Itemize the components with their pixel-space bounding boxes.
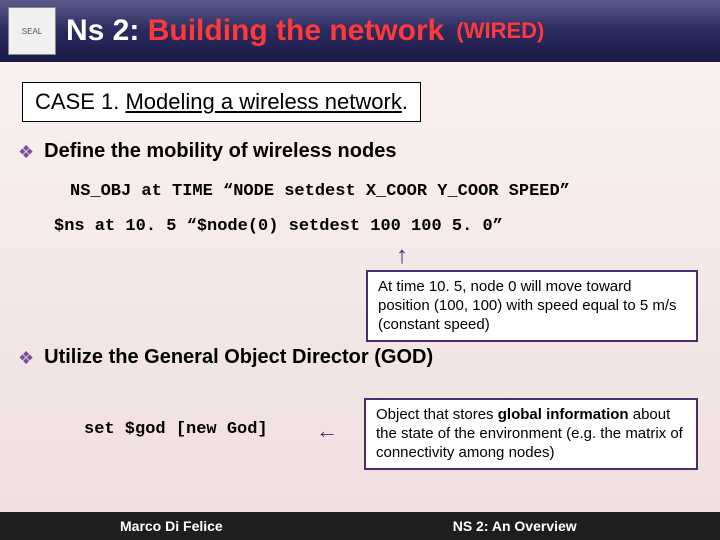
arrow-up-icon: ↑	[396, 242, 408, 270]
footer-author: Marco Di Felice	[120, 518, 223, 534]
bullet-1: ❖ Define the mobility of wireless nodes	[18, 140, 720, 164]
bullet-1-text: Define the mobility of wireless nodes	[44, 140, 396, 163]
title-main: Building the network	[148, 14, 445, 47]
bullet-2: ❖ Utilize the General Object Director (G…	[18, 346, 720, 370]
university-logo: SEAL	[8, 7, 56, 55]
code-god-line: set $god [new God]	[84, 420, 268, 439]
callout-box-1: At time 10. 5, node 0 will move toward p…	[366, 270, 698, 342]
footer-title: NS 2: An Overview	[453, 518, 577, 534]
case-box: CASE 1. Modeling a wireless network.	[22, 82, 421, 122]
callout-2-bold: global information	[498, 406, 629, 423]
code-example-line: $ns at 10. 5 “$node(0) setdest 100 100 5…	[54, 217, 720, 236]
diamond-bullet-icon: ❖	[18, 346, 34, 370]
callout-2-pre: Object that stores	[376, 406, 498, 423]
slide-footer: Marco Di Felice NS 2: An Overview	[0, 512, 720, 540]
case-text: Modeling a wireless network	[125, 89, 401, 114]
diamond-bullet-icon: ❖	[18, 140, 34, 164]
slide-header: SEAL Ns 2: Building the network (WIRED)	[0, 0, 720, 62]
code-syntax-line: NS_OBJ at TIME “NODE setdest X_COOR Y_CO…	[70, 182, 720, 201]
callout-box-2: Object that stores global information ab…	[364, 398, 698, 470]
callout-1-text: At time 10. 5, node 0 will move toward p…	[378, 278, 677, 333]
case-label: CASE 1.	[35, 89, 125, 114]
case-suffix: .	[402, 89, 408, 114]
arrow-left-icon: ←	[316, 418, 338, 444]
title-prefix: Ns 2:	[66, 14, 148, 47]
slide-title: Ns 2: Building the network	[66, 14, 444, 48]
bullet-2-text: Utilize the General Object Director (GOD…	[44, 346, 433, 369]
title-tag: (WIRED)	[456, 18, 544, 44]
